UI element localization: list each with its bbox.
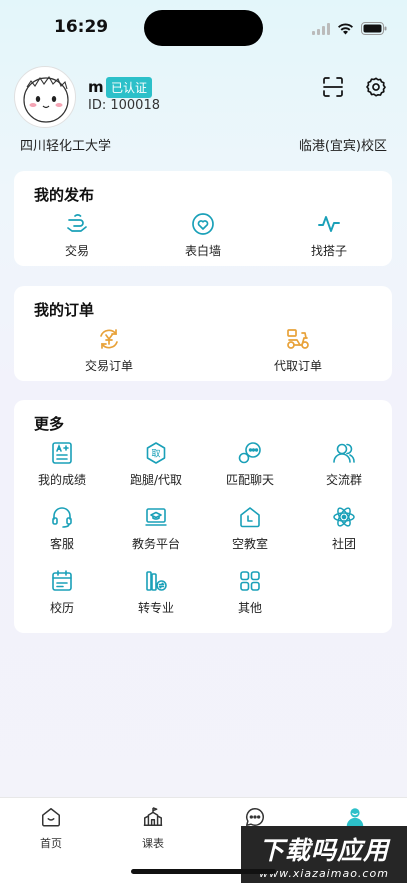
more-chat-item[interactable]: 匹配聊天 — [202, 440, 298, 488]
avatar[interactable] — [14, 66, 76, 128]
more-other-item[interactable]: 其他 — [202, 568, 298, 616]
post-wall-label: 表白墙 — [184, 244, 221, 258]
academic-icon — [143, 504, 169, 530]
atom-icon — [331, 504, 357, 530]
trade-hand-icon — [64, 211, 90, 237]
more-group-item[interactable]: 交流群 — [296, 440, 392, 488]
more-classroom-label: 空教室 — [231, 537, 268, 551]
more-grades-label: 我的成绩 — [37, 473, 86, 487]
more-club-label: 社团 — [331, 537, 356, 551]
calendar-icon — [49, 568, 75, 594]
battery-icon — [361, 20, 387, 39]
wifi-icon — [337, 20, 354, 39]
profile-header: m 已认证 ID: 100018 — [14, 66, 394, 144]
home-indicator — [131, 869, 276, 874]
more-academic-item[interactable]: 教务平台 — [108, 504, 204, 552]
more-transfer-label: 转专业 — [137, 601, 174, 615]
cellular-icon — [312, 20, 330, 39]
dynamic-island — [144, 10, 263, 46]
my-orders-title: 我的订单 — [34, 301, 95, 319]
status-bar: 16:29 — [0, 0, 407, 54]
home-icon — [40, 806, 62, 832]
post-partner-item[interactable]: 找搭子 — [281, 211, 377, 259]
tab-home-label: 首页 — [40, 837, 62, 850]
order-trade-item[interactable]: 交易订单 — [61, 326, 157, 374]
more-service-label: 客服 — [49, 537, 74, 551]
more-grades-item[interactable]: 我的成绩 — [14, 440, 110, 488]
books-icon — [143, 568, 169, 594]
more-transfer-item[interactable]: 转专业 — [108, 568, 204, 616]
scooter-icon — [285, 326, 311, 352]
settings-button[interactable] — [363, 76, 389, 102]
chat-match-icon — [237, 440, 263, 466]
my-posts-card: 我的发布 交易 表白墙 找搭子 — [14, 171, 392, 266]
yen-cycle-icon — [96, 326, 122, 352]
order-trade-label: 交易订单 — [84, 359, 133, 373]
more-academic-label: 教务平台 — [131, 537, 180, 551]
more-other-label: 其他 — [237, 601, 262, 615]
scan-button[interactable] — [320, 76, 346, 102]
school-name: 四川轻化工大学 — [20, 139, 112, 154]
more-calendar-item[interactable]: 校历 — [14, 568, 110, 616]
user-id: ID: 100018 — [88, 98, 160, 113]
more-chat-label: 匹配聊天 — [225, 473, 274, 487]
campus-name[interactable]: 临港(宜宾)校区 — [299, 135, 387, 154]
classroom-icon — [237, 504, 263, 530]
group-icon — [331, 440, 357, 466]
my-orders-card: 我的订单 交易订单 代取订单 — [14, 286, 392, 381]
watermark-title: 下载吗应用 — [258, 836, 389, 865]
more-card: 更多 我的成绩 取 跑腿/代取 匹配聊天 交流群 客服 教务平台 空教室 社团 … — [14, 400, 392, 633]
headset-icon — [49, 504, 75, 530]
scan-icon — [322, 76, 344, 102]
status-icons — [312, 20, 387, 39]
tab-home[interactable]: 首页 — [21, 806, 81, 851]
post-wall-item[interactable]: 表白墙 — [155, 211, 251, 259]
user-name: m — [88, 78, 104, 96]
post-partner-label: 找搭子 — [310, 244, 347, 258]
more-title: 更多 — [34, 415, 65, 433]
pulse-icon — [316, 211, 342, 237]
verified-badge: 已认证 — [106, 77, 153, 98]
more-group-label: 交流群 — [325, 473, 362, 487]
order-pickup-item[interactable]: 代取订单 — [250, 326, 346, 374]
gear-icon — [365, 76, 387, 102]
post-trade-label: 交易 — [64, 244, 89, 258]
apps-icon — [237, 568, 263, 594]
watermark-logo: 下载吗应用 www.xiazaimao.com — [241, 826, 407, 883]
tab-schedule[interactable]: 课表 — [123, 806, 183, 851]
errand-icon: 取 — [143, 440, 169, 466]
more-errand-label: 跑腿/代取 — [129, 473, 183, 487]
my-posts-title: 我的发布 — [34, 186, 95, 204]
svg-text:取: 取 — [151, 449, 160, 460]
more-errand-item[interactable]: 取 跑腿/代取 — [108, 440, 204, 488]
tab-schedule-label: 课表 — [142, 837, 164, 850]
more-service-item[interactable]: 客服 — [14, 504, 110, 552]
school-icon — [142, 806, 164, 832]
more-classroom-item[interactable]: 空教室 — [202, 504, 298, 552]
more-club-item[interactable]: 社团 — [296, 504, 392, 552]
school-row: 四川轻化工大学 临港(宜宾)校区 — [20, 135, 387, 154]
more-calendar-label: 校历 — [49, 601, 74, 615]
order-pickup-label: 代取订单 — [273, 359, 322, 373]
status-time: 16:29 — [54, 17, 109, 37]
post-trade-item[interactable]: 交易 — [29, 211, 125, 259]
heart-icon — [190, 211, 216, 237]
grade-icon — [49, 440, 75, 466]
